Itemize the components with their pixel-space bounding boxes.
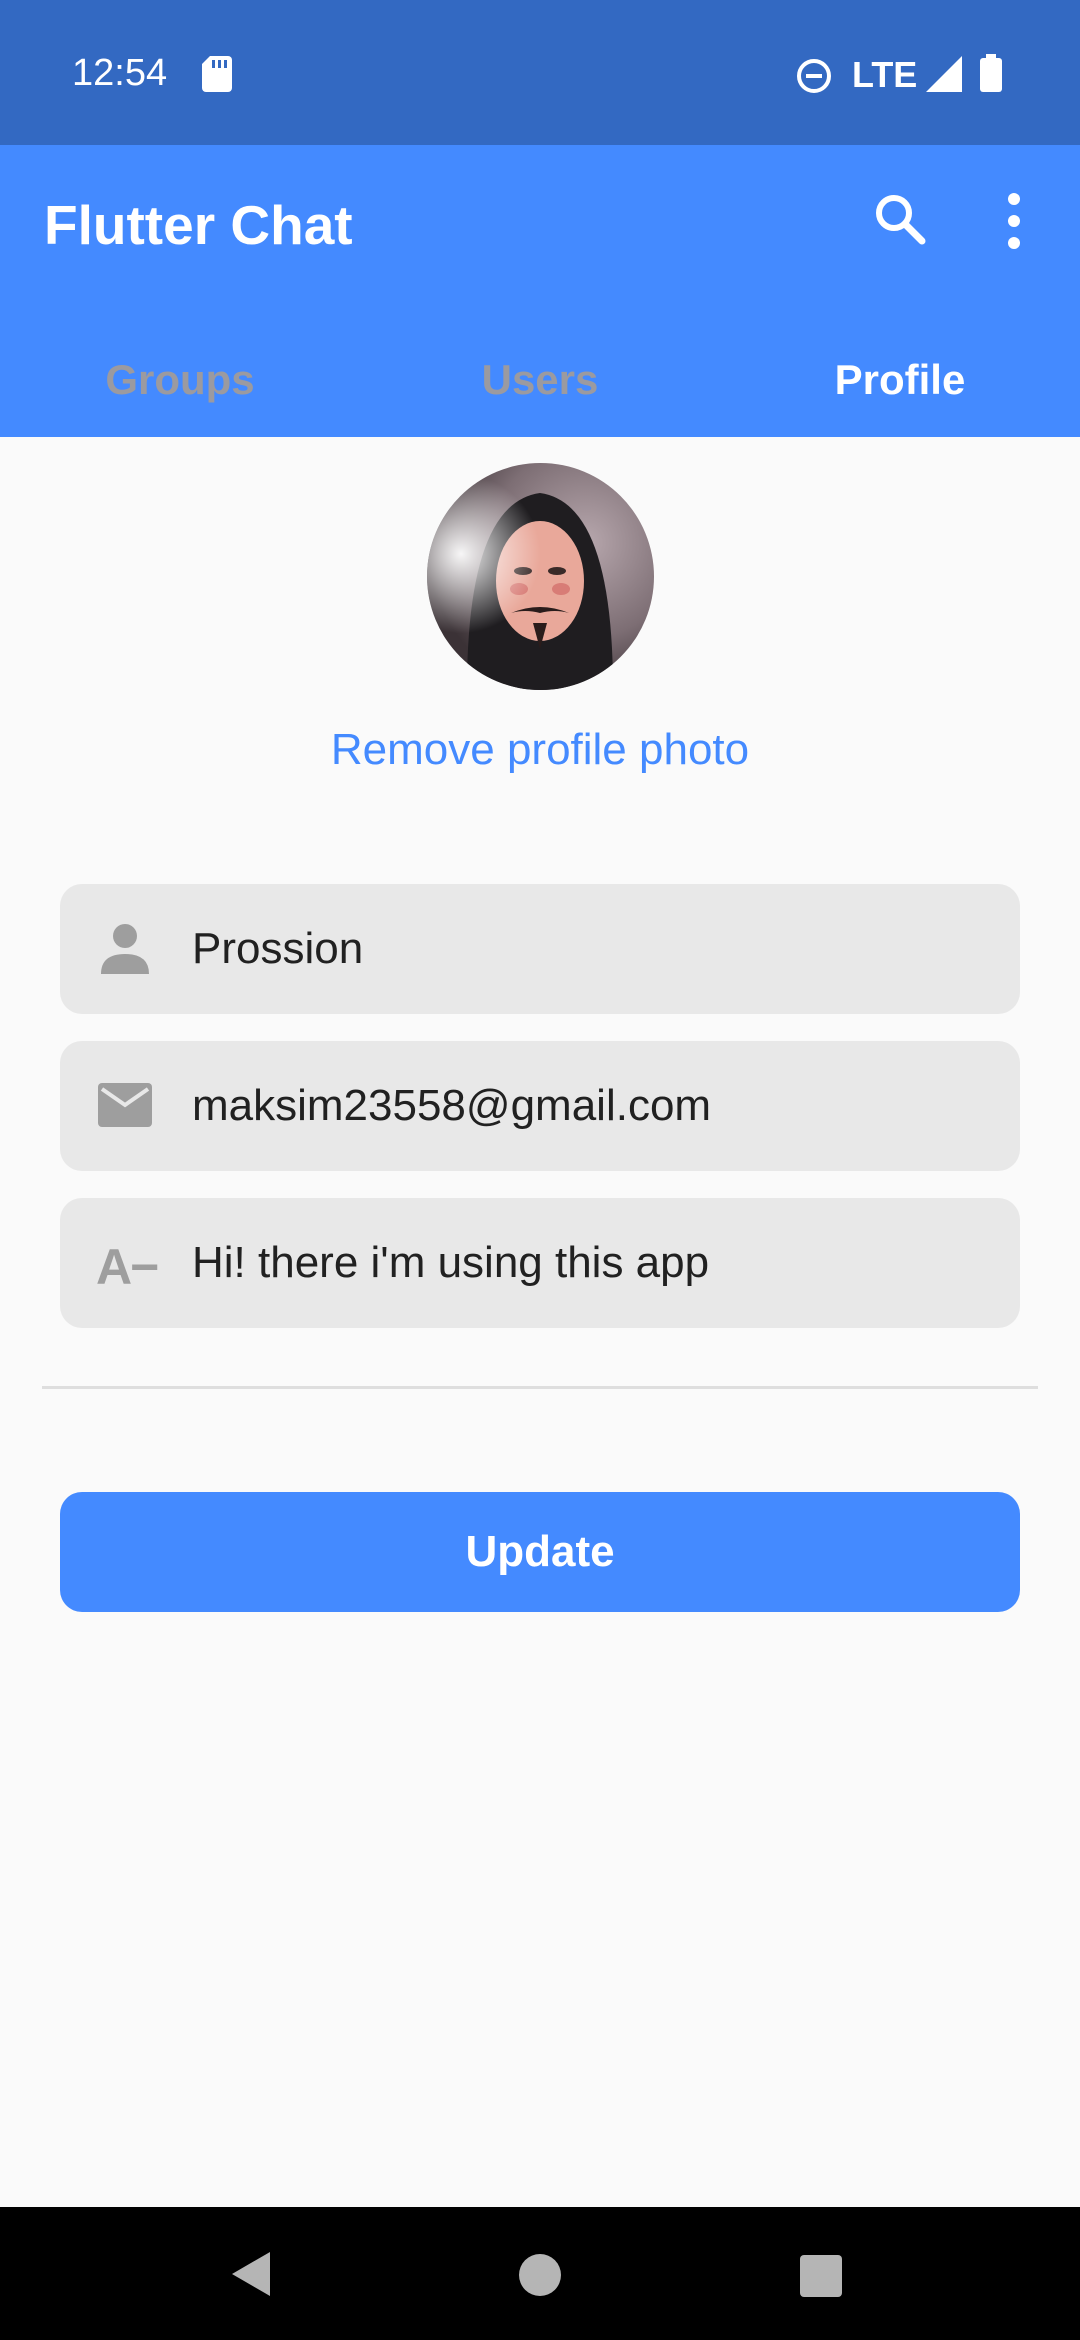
tab-profile-label: Profile <box>834 356 966 403</box>
tab-profile[interactable]: Profile <box>720 323 1080 437</box>
email-field[interactable]: maksim23558@gmail.com <box>60 1041 1020 1171</box>
search-button[interactable] <box>870 189 930 249</box>
tab-indicator <box>720 433 1080 437</box>
nav-back-button[interactable] <box>232 2252 272 2301</box>
name-value: Prossion <box>192 924 364 973</box>
nav-home-button[interactable] <box>518 2253 562 2302</box>
more-options-button[interactable] <box>996 189 1032 253</box>
back-icon <box>232 2252 270 2296</box>
update-button[interactable]: Update <box>60 1492 1020 1612</box>
sd-card-icon <box>202 56 232 97</box>
tab-bar: Groups Users Profile <box>0 323 1080 437</box>
network-type-label: LTE <box>852 54 918 95</box>
battery-icon <box>980 54 1002 97</box>
divider <box>42 1386 1038 1389</box>
name-field[interactable]: Prossion <box>60 884 1020 1014</box>
app-bar: Flutter Chat Groups Users Profile <box>0 145 1080 437</box>
status-value: Hi! there i'm using this app <box>192 1238 710 1287</box>
app-title: Flutter Chat <box>44 194 353 256</box>
search-icon <box>876 195 926 245</box>
home-icon <box>519 2254 561 2296</box>
text-format-icon: A− <box>96 1239 159 1295</box>
recents-icon <box>800 2255 842 2297</box>
more-vert-icon <box>1008 193 1020 249</box>
status-field[interactable]: A− Hi! there i'm using this app <box>60 1198 1020 1328</box>
system-nav-bar <box>0 2207 1080 2340</box>
status-time: 12:54 <box>72 52 168 94</box>
remove-profile-photo-link[interactable]: Remove profile photo <box>0 725 1080 775</box>
email-value: maksim23558@gmail.com <box>192 1081 712 1130</box>
nav-recents-button[interactable] <box>800 2255 842 2302</box>
tab-users-label: Users <box>481 356 599 403</box>
tab-groups[interactable]: Groups <box>0 323 360 437</box>
signal-icon <box>926 56 962 97</box>
person-icon <box>101 924 149 974</box>
tab-users[interactable]: Users <box>360 323 720 437</box>
mail-icon <box>98 1083 152 1127</box>
profile-screen: 12:54 LTE Flutter Chat Groups Users Prof… <box>0 0 1080 2340</box>
avatar-image <box>427 463 654 690</box>
tab-groups-label: Groups <box>105 356 255 403</box>
profile-avatar[interactable] <box>427 463 654 690</box>
status-bar: 12:54 LTE <box>0 0 1080 145</box>
do-not-disturb-icon <box>796 58 832 99</box>
